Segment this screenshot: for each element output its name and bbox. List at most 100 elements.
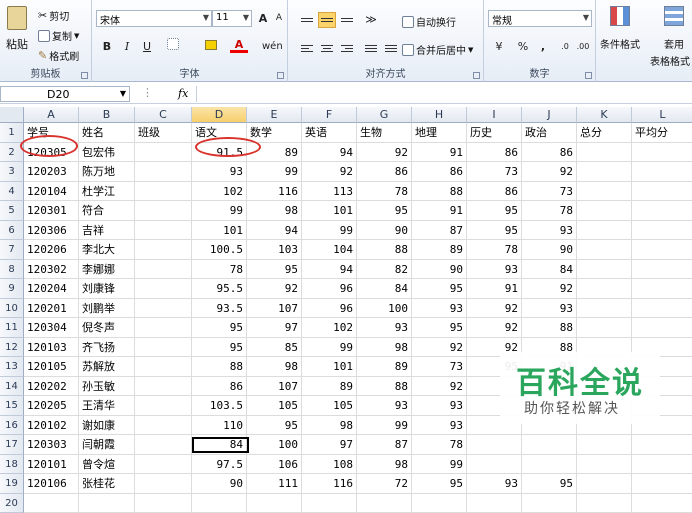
phonetic-icon[interactable]: wén: [262, 38, 280, 55]
table-cell[interactable]: [577, 318, 632, 338]
table-cell[interactable]: [577, 435, 632, 455]
table-cell[interactable]: [79, 494, 135, 513]
table-cell[interactable]: 96: [302, 279, 357, 299]
table-cell[interactable]: [632, 260, 692, 280]
table-cell[interactable]: 95: [467, 201, 522, 221]
table-cell[interactable]: 78: [357, 182, 412, 202]
table-cell[interactable]: [247, 494, 302, 513]
header-cell[interactable]: 数学: [247, 123, 302, 143]
table-cell[interactable]: [135, 143, 192, 163]
table-cell[interactable]: [632, 318, 692, 338]
merge-center-button[interactable]: 合并后居中 ▼: [402, 42, 473, 57]
table-cell[interactable]: [577, 221, 632, 241]
table-cell[interactable]: [577, 182, 632, 202]
table-cell[interactable]: 99: [357, 416, 412, 436]
table-cell[interactable]: 120306: [24, 221, 79, 241]
wrap-text-button[interactable]: 自动换行: [402, 14, 456, 29]
table-cell[interactable]: 86: [467, 143, 522, 163]
table-cell[interactable]: 88: [357, 240, 412, 260]
table-cell[interactable]: [632, 201, 692, 221]
table-cell[interactable]: 98: [247, 357, 302, 377]
row-header[interactable]: 13: [0, 357, 24, 377]
align-middle-button[interactable]: [318, 12, 336, 28]
table-cell[interactable]: 73: [467, 162, 522, 182]
table-cell[interactable]: 78: [412, 435, 467, 455]
table-cell[interactable]: [577, 143, 632, 163]
table-cell[interactable]: 88: [357, 377, 412, 397]
table-cell[interactable]: 93: [357, 396, 412, 416]
table-cell[interactable]: 89: [302, 377, 357, 397]
table-cell[interactable]: 李北大: [79, 240, 135, 260]
orientation-button[interactable]: ≫: [362, 11, 380, 28]
table-cell[interactable]: 78: [522, 201, 577, 221]
table-cell[interactable]: 101: [192, 221, 247, 241]
decrease-indent-button[interactable]: [362, 40, 380, 56]
table-cell[interactable]: [577, 240, 632, 260]
table-cell[interactable]: 95: [522, 474, 577, 494]
table-cell[interactable]: [135, 396, 192, 416]
table-cell[interactable]: 106: [247, 455, 302, 475]
column-header[interactable]: C: [135, 107, 192, 123]
align-bottom-button[interactable]: [338, 12, 356, 28]
table-cell[interactable]: [467, 455, 522, 475]
table-cell[interactable]: 90: [357, 221, 412, 241]
table-cell[interactable]: [577, 201, 632, 221]
table-cell[interactable]: 87: [412, 221, 467, 241]
table-cell[interactable]: 95: [192, 338, 247, 358]
table-cell[interactable]: 100.5: [192, 240, 247, 260]
column-header[interactable]: E: [247, 107, 302, 123]
table-cell[interactable]: 95: [467, 221, 522, 241]
table-cell[interactable]: [135, 416, 192, 436]
format-as-table-button[interactable]: 套用 表格格式: [658, 6, 690, 68]
table-cell[interactable]: [632, 279, 692, 299]
row-header[interactable]: 16: [0, 416, 24, 436]
dialog-launcher-icon[interactable]: [473, 72, 480, 79]
table-cell[interactable]: 97: [302, 435, 357, 455]
table-cell[interactable]: [632, 143, 692, 163]
table-cell[interactable]: 107: [247, 299, 302, 319]
table-cell[interactable]: 95: [412, 279, 467, 299]
row-header[interactable]: 12: [0, 338, 24, 358]
table-cell[interactable]: [577, 279, 632, 299]
table-cell[interactable]: 99: [192, 201, 247, 221]
header-cell[interactable]: 英语: [302, 123, 357, 143]
table-cell[interactable]: [135, 357, 192, 377]
table-cell[interactable]: 108: [302, 455, 357, 475]
table-cell[interactable]: 95: [192, 318, 247, 338]
table-cell[interactable]: 93: [412, 299, 467, 319]
table-cell[interactable]: [577, 260, 632, 280]
table-cell[interactable]: [522, 455, 577, 475]
table-cell[interactable]: 86: [467, 182, 522, 202]
dialog-launcher-icon[interactable]: [585, 72, 592, 79]
table-cell[interactable]: 95: [412, 318, 467, 338]
column-header[interactable]: H: [412, 107, 467, 123]
table-cell[interactable]: 110: [192, 416, 247, 436]
table-cell[interactable]: [467, 494, 522, 513]
table-cell[interactable]: [135, 299, 192, 319]
formula-input[interactable]: [196, 86, 692, 102]
table-cell[interactable]: 93.5: [192, 299, 247, 319]
table-cell[interactable]: 李娜娜: [79, 260, 135, 280]
table-cell[interactable]: [135, 201, 192, 221]
table-cell[interactable]: 杜学江: [79, 182, 135, 202]
table-cell[interactable]: 苏解放: [79, 357, 135, 377]
table-cell[interactable]: 116: [302, 474, 357, 494]
table-cell[interactable]: 120204: [24, 279, 79, 299]
header-cell[interactable]: 姓名: [79, 123, 135, 143]
table-cell[interactable]: [135, 240, 192, 260]
font-name-select[interactable]: 宋体▼: [96, 10, 212, 27]
row-header[interactable]: 1: [0, 123, 24, 143]
insert-function-button[interactable]: fx: [178, 87, 188, 100]
table-cell[interactable]: 87: [357, 435, 412, 455]
table-cell[interactable]: [135, 474, 192, 494]
table-cell[interactable]: 92: [357, 143, 412, 163]
table-cell[interactable]: 104: [302, 240, 357, 260]
table-cell[interactable]: [632, 221, 692, 241]
dialog-launcher-icon[interactable]: [81, 72, 88, 79]
table-cell[interactable]: 94: [247, 221, 302, 241]
header-cell[interactable]: 生物: [357, 123, 412, 143]
header-cell[interactable]: 班级: [135, 123, 192, 143]
row-header[interactable]: 17: [0, 435, 24, 455]
table-cell[interactable]: 95: [247, 260, 302, 280]
table-cell[interactable]: 92: [247, 279, 302, 299]
